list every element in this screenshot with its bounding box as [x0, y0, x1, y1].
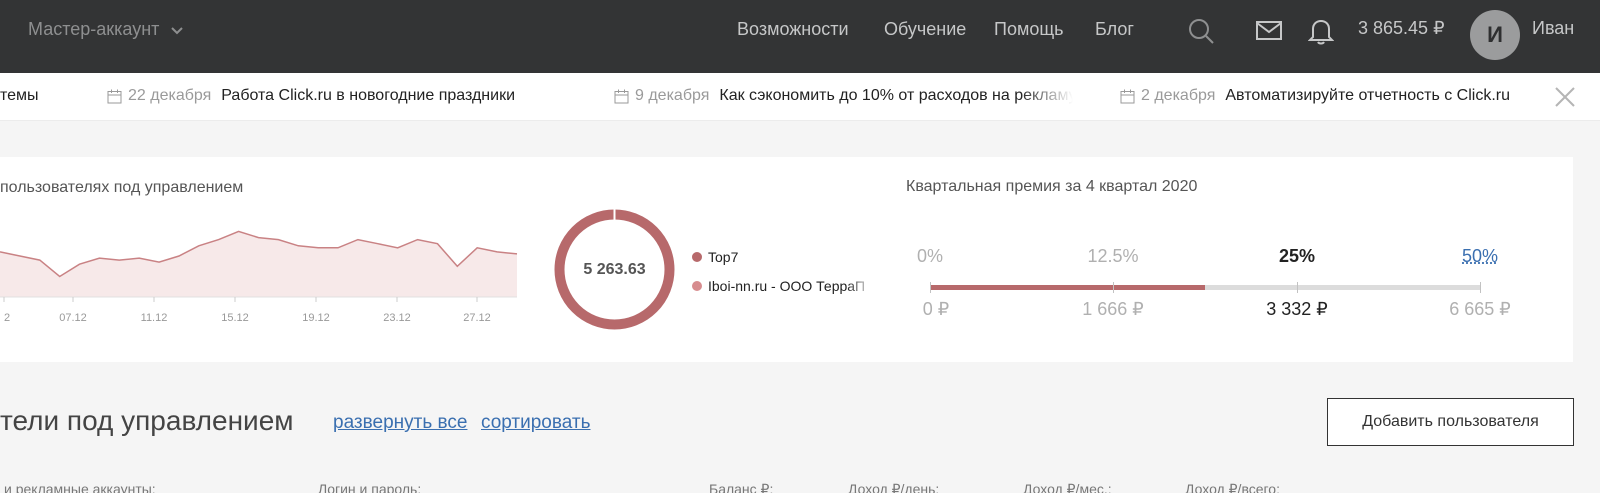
news-date: 9 декабря — [635, 87, 710, 104]
column-header[interactable]: Баланс ₽: — [709, 481, 773, 493]
news-title: Автоматизируйте отчетность с Click.ru — [1225, 87, 1511, 104]
users-stats-title: пользователях под управлением — [0, 179, 244, 196]
news-item[interactable]: 9 декабря Как сэкономить до 10% от расхо… — [614, 87, 1073, 105]
bonus-progress-fill — [930, 285, 1205, 290]
column-header: и рекламные аккаунты: — [4, 481, 156, 493]
bonus-progress-track — [930, 285, 1480, 290]
bonus-level-amount: 1 666 ₽ — [1082, 299, 1144, 319]
news-date: 2 декабря — [1141, 87, 1216, 104]
legend-label: Iboi-nn.ru - ООО ТерраП — [708, 278, 866, 294]
bonus-level-amount: 6 665 ₽ — [1449, 299, 1511, 319]
nav-features[interactable]: Возможности — [737, 19, 849, 40]
x-tick-label: 27.12 — [463, 312, 491, 324]
quarter-bonus-title: Квартальная премия за 4 квартал 2020 — [906, 178, 1198, 195]
news-item[interactable]: 22 декабря Работа Click.ru в новогодние … — [107, 87, 515, 105]
close-icon[interactable] — [1553, 85, 1577, 109]
add-user-button[interactable]: Добавить пользователя — [1327, 398, 1574, 446]
progress-tick — [1297, 282, 1298, 293]
bell-icon[interactable] — [1306, 16, 1336, 46]
master-account-dropdown[interactable]: Мастер-аккаунт — [28, 19, 185, 40]
news-title: Как сэкономить до 10% от расходов на рек… — [719, 87, 1074, 104]
x-tick-label: 07.12 — [59, 312, 87, 324]
bonus-level-pct-link[interactable]: 50% — [1462, 246, 1498, 267]
x-tick-label: 23.12 — [383, 312, 411, 324]
news-strip: темы 22 декабря Работа Click.ru в нового… — [0, 73, 1600, 121]
legend-dot — [692, 281, 702, 291]
username[interactable]: Иван — [1532, 18, 1574, 39]
managed-users-heading: тели под управлением — [0, 405, 294, 436]
x-tick-label: 11.12 — [141, 312, 168, 324]
spend-area-chart: 2 07.12 11.12 15.12 19.12 23.12 27.12 — [0, 230, 518, 324]
sort-link[interactable]: сортировать — [481, 412, 591, 434]
bonus-level-amount-current: 3 332 ₽ — [1266, 299, 1328, 319]
column-header[interactable]: Доход ₽/мес.: — [1023, 481, 1112, 493]
x-tick-label: 2 — [4, 312, 10, 324]
column-header[interactable]: Доход ₽/день: — [848, 481, 939, 493]
news-item-partial[interactable]: темы — [0, 87, 39, 105]
legend-dot — [692, 252, 702, 262]
search-icon[interactable] — [1186, 16, 1216, 46]
calendar-icon — [1120, 89, 1135, 103]
legend-label: Top7 — [708, 249, 739, 265]
account-balance: 3 865.45 ₽ — [1358, 18, 1445, 38]
master-account-label: Мастер-аккаунт — [28, 19, 160, 39]
chart-area-fill — [0, 231, 517, 297]
expand-all-link[interactable]: развернуть все — [333, 412, 467, 434]
news-item[interactable]: 2 декабря Автоматизируйте отчетность с C… — [1120, 87, 1510, 105]
bonus-level-pct: 12.5% — [1087, 246, 1139, 266]
column-header: Логин и пароль: — [318, 481, 422, 493]
progress-tick — [1113, 282, 1114, 293]
nav-blog[interactable]: Блог — [1095, 19, 1134, 40]
bonus-level-amount: 0 ₽ — [922, 299, 950, 319]
progress-tick — [1480, 282, 1481, 293]
donut-total: 5 263.63 — [583, 260, 646, 278]
progress-tick — [930, 282, 931, 293]
bonus-level-pct: 0% — [916, 246, 944, 266]
legend-item: Iboi-nn.ru - ООО ТерраП — [692, 278, 874, 294]
news-date: 22 декабря — [128, 87, 212, 104]
x-tick-label: 15.12 — [221, 312, 249, 324]
avatar[interactable]: И — [1470, 10, 1520, 60]
top-navigation-bar: Мастер-аккаунт Возможности Обучение Помо… — [0, 0, 1600, 73]
nav-learning[interactable]: Обучение — [884, 19, 966, 40]
legend-item: Top7 — [692, 249, 738, 265]
calendar-icon — [614, 89, 629, 103]
calendar-icon — [107, 89, 122, 103]
bonus-level-pct-current: 25% — [1278, 246, 1316, 266]
mail-icon[interactable] — [1254, 16, 1284, 46]
donut-chart: 5 263.63 — [552, 207, 677, 332]
nav-help[interactable]: Помощь — [994, 19, 1064, 40]
news-title: Работа Click.ru в новогодние праздники — [221, 87, 515, 104]
x-tick-label: 19.12 — [302, 312, 330, 324]
chevron-down-icon — [171, 26, 184, 34]
column-header[interactable]: Доход ₽/всего: — [1185, 481, 1280, 493]
